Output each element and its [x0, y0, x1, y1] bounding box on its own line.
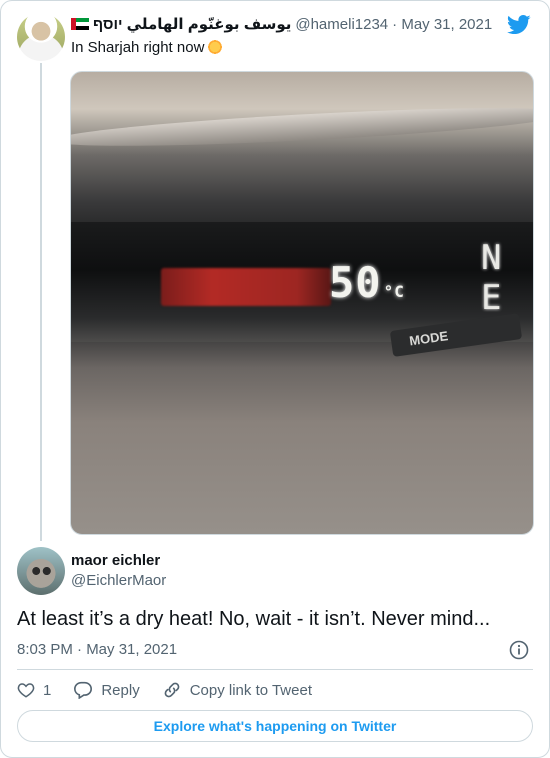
reply-tweet-text: At least it’s a dry heat! No, wait - it … — [17, 608, 491, 630]
photo-compass-readout: N E — [481, 238, 502, 318]
tweet-actions-bar: 1 Reply Copy link to Tweet — [17, 679, 334, 701]
actions-divider — [17, 669, 533, 670]
reply-display-name[interactable]: maor eichler — [71, 552, 160, 569]
reply-handle[interactable]: @EichlerMaor — [71, 572, 166, 589]
parent-tweet-header: يوسف بوغنّوم الهاملي יוסף @hameli1234 · … — [71, 15, 492, 33]
info-icon[interactable] — [509, 640, 529, 660]
sun-emoji-icon — [207, 39, 224, 55]
avatar-hameli[interactable] — [17, 13, 65, 61]
photo-dashboard-ledge — [71, 100, 533, 154]
parent-date[interactable]: · May 31, 2021 — [392, 16, 492, 33]
link-icon — [164, 682, 180, 698]
reply-button[interactable]: Reply — [73, 681, 140, 699]
copy-link-button[interactable]: Copy link to Tweet — [162, 680, 312, 700]
like-button[interactable]: 1 — [17, 681, 51, 699]
copy-link-label: Copy link to Tweet — [189, 681, 312, 699]
tweet-photo[interactable]: 50 °C N E MODE — [70, 71, 534, 535]
photo-temperature-value: 50 — [329, 258, 382, 307]
parent-tweet-text-content: In Sharjah right now — [71, 39, 205, 56]
like-count: 1 — [43, 681, 52, 699]
reply-label: Reply — [101, 681, 140, 699]
twitter-logo-icon[interactable] — [507, 15, 531, 35]
reply-timestamp[interactable]: 8:03 PM · May 31, 2021 — [17, 641, 177, 658]
avatar-eichler[interactable] — [17, 547, 65, 595]
tweet-embed-card: يوسف بوغنّوم الهاملي יוסף @hameli1234 · … — [0, 0, 550, 758]
explore-twitter-button[interactable]: Explore what's happening on Twitter — [17, 710, 533, 742]
heart-icon — [17, 683, 35, 698]
uae-flag-icon — [71, 18, 89, 30]
parent-display-name[interactable]: يوسف بوغنّوم الهاملي יוסף — [93, 15, 291, 33]
parent-tweet-text: In Sharjah right now — [71, 39, 224, 56]
photo-red-indicator — [161, 268, 331, 306]
parent-handle[interactable]: @hameli1234 — [295, 16, 388, 33]
reply-icon — [74, 681, 93, 699]
thread-connector-line — [40, 63, 42, 541]
photo-temperature-unit: °C — [383, 282, 405, 301]
photo-temperature-readout: 50 °C — [329, 258, 405, 307]
